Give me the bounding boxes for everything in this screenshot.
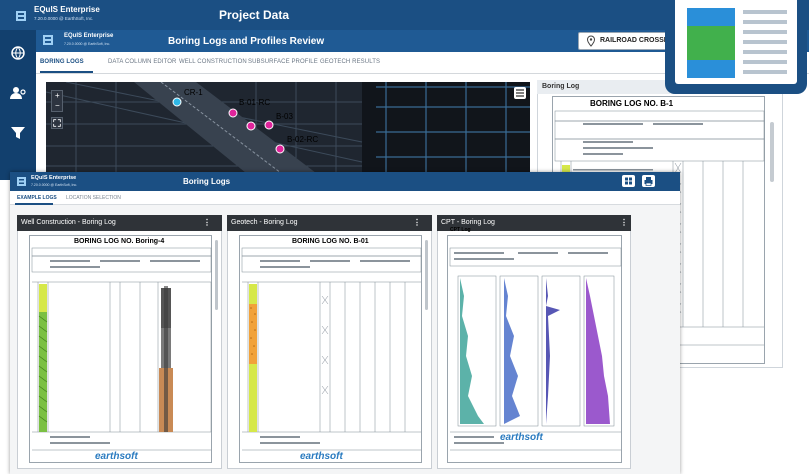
boring-logs-logo-icon [17,177,26,186]
geotech-doc-title: BORING LOG NO. B-01 [292,238,369,245]
widget-logo-icon [43,35,53,45]
card-menu-button[interactable]: ⋮ [203,218,211,227]
map-point-b-01-rc-2[interactable] [246,121,256,131]
map-canvas: CR-1 B-01-RC B-03 B-02-RC [46,82,530,173]
map-point-cr-1[interactable] [172,97,182,107]
card-title: Geotech - Boring Log [231,219,298,226]
fullscreen-icon[interactable] [51,117,63,129]
widget-title: Boring Logs and Profiles Review [168,36,325,47]
tab-well-construction[interactable]: WELL CONSTRUCTION [179,59,247,65]
card-scrollbar[interactable] [425,240,428,310]
cpt-drawing [449,247,622,451]
map-label-cr-1: CR-1 [184,88,203,97]
card-menu-button[interactable]: ⋮ [413,218,421,227]
app-name: EQuIS Enterprise [34,5,100,14]
well-construction-drawing [31,247,212,451]
boring-logs-header-bar [10,172,680,191]
widget-app-name: EQuIS Enterprise [64,33,114,39]
zoom-out-button[interactable]: − [55,101,60,110]
filter-icon[interactable] [9,124,27,142]
map-point-b-02-rc[interactable] [275,144,285,154]
card-scrollbar[interactable] [215,240,218,310]
geotech-drawing [241,247,422,451]
tab-boring-logs[interactable]: BORING LOGS [40,59,84,65]
active-tab-indicator [40,71,93,73]
map-zoom-control[interactable]: + − [51,90,63,112]
location-pin-icon [586,35,596,47]
tab-data-column-editor[interactable]: DATA COLUMN EDITOR [108,59,176,65]
card-title: CPT - Boring Log [441,219,495,226]
tab-example-logs[interactable]: EXAMPLE LOGS [17,195,57,201]
front-active-tab-indicator [15,203,53,205]
tab-location-selection[interactable]: LOCATION SELECTION [66,195,121,201]
document-icon [665,0,807,94]
map-label-b-03: B-03 [276,112,293,121]
map-label-b-01-rc: B-01-RC [239,98,270,107]
page-title: Project Data [219,8,290,22]
map-label-b-02-rc: B-02-RC [287,135,318,144]
earthsoft-logo: earthsoft [300,451,343,462]
boring-logs-title: Boring Logs [183,177,231,186]
location-map[interactable]: CR-1 B-01-RC B-03 B-02-RC [46,82,530,173]
grid-icon[interactable] [622,175,635,187]
well-construction-doc-title: BORING LOG NO. Boring-4 [74,238,165,245]
widget-app-version: 7.20.0.0000 @ EarthSoft, Inc. [64,42,111,46]
cpt-document [447,235,622,463]
boring-logs-app-name: EQuIS Enterprise [31,175,77,181]
card-title: Well Construction - Boring Log [21,219,116,226]
user-settings-icon[interactable] [9,84,27,102]
preview-document-title: BORING LOG NO. B-1 [590,99,674,108]
preview-panel-title: Boring Log [542,83,580,90]
layers-icon[interactable] [514,87,526,99]
globe-icon[interactable] [9,44,27,62]
preview-scrollbar[interactable] [770,122,774,182]
cpt-doc-title: CPT Log [450,227,471,233]
boring-logs-app-version: 7.20.0.0000 @ EarthSoft, Inc. [31,183,78,187]
geotech-document [239,235,422,463]
print-icon[interactable] [642,175,655,187]
tab-geotech-results[interactable]: GEOTECH RESULTS [320,59,380,65]
map-point-b-03[interactable] [264,120,274,130]
app-version: 7.20.0.0000 @ EarthSoft, Inc. [34,16,94,21]
map-point-b-01-rc[interactable] [228,108,238,118]
zoom-in-button[interactable]: + [55,91,60,100]
earthsoft-logo: earthsoft [95,451,138,462]
card-menu-button[interactable]: ⋮ [620,218,628,227]
well-construction-document [29,235,212,463]
app-logo-icon [16,11,26,21]
tab-subsurface-profile[interactable]: SUBSURFACE PROFILE [248,59,318,65]
earthsoft-logo: earthsoft [500,432,543,443]
